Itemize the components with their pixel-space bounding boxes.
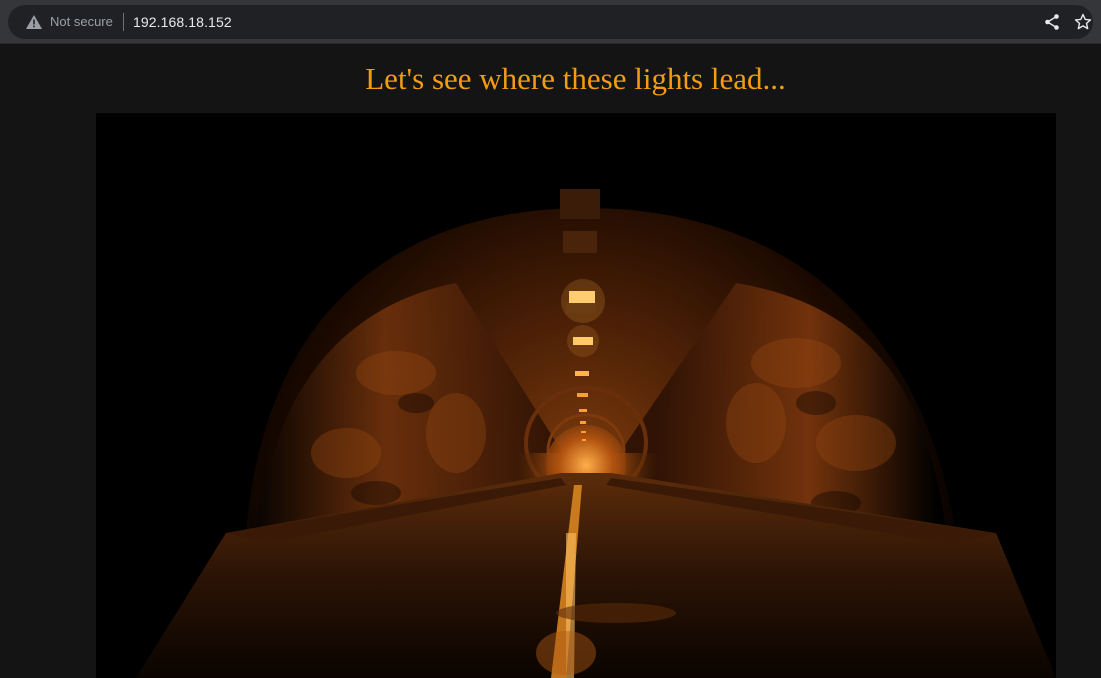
address-bar[interactable]: Not secure 192.168.18.152 bbox=[8, 5, 1093, 39]
tunnel-hero-image bbox=[96, 113, 1056, 678]
address-divider bbox=[123, 13, 124, 31]
warning-triangle-icon[interactable] bbox=[25, 14, 43, 30]
browser-toolbar: Not secure 192.168.18.152 bbox=[0, 0, 1101, 44]
security-status-label[interactable]: Not secure bbox=[50, 14, 113, 30]
page-heading: Let's see where these lights lead... bbox=[365, 61, 786, 96]
url-text[interactable]: 192.168.18.152 bbox=[133, 13, 232, 31]
tunnel-illustration bbox=[96, 113, 1056, 678]
share-icon[interactable] bbox=[1043, 13, 1061, 31]
star-icon[interactable] bbox=[1074, 13, 1092, 31]
page-content: Let's see where these lights lead... bbox=[0, 44, 1101, 678]
